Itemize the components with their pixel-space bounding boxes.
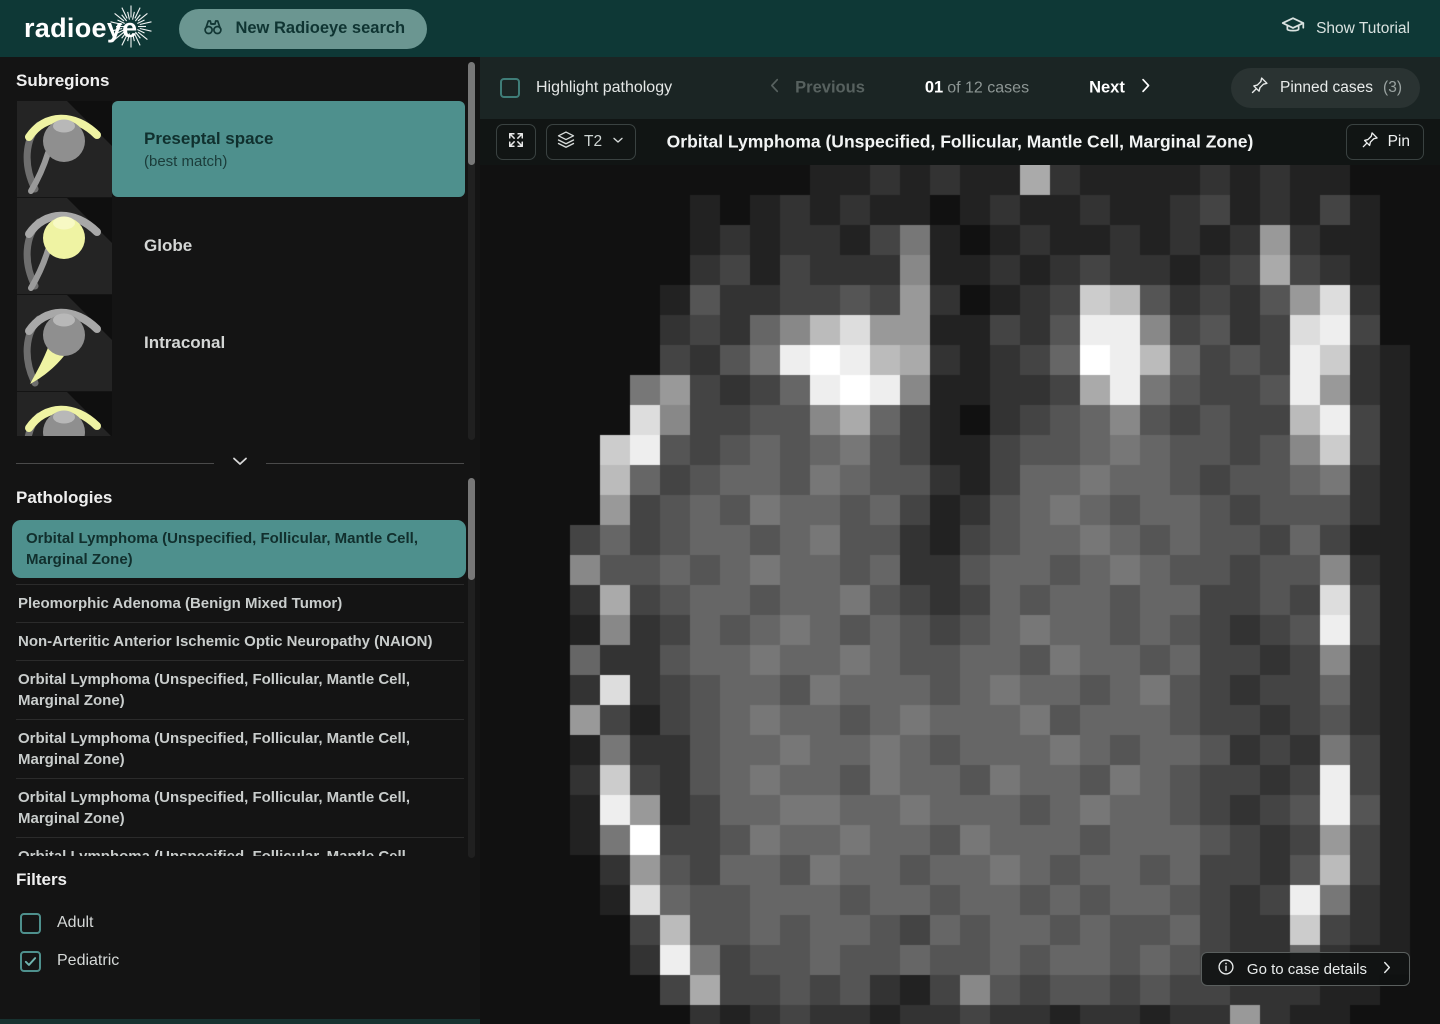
- previous-case-button[interactable]: Previous: [759, 75, 871, 102]
- graduation-cap-icon: [1280, 13, 1306, 44]
- sidebar: Subregions Preseptal space (best match) …: [0, 57, 480, 1024]
- fullscreen-button[interactable]: [496, 124, 536, 160]
- filter-option: Adult: [20, 910, 480, 936]
- pediatric-checkbox[interactable]: [20, 951, 41, 972]
- pinned-cases-count: (3): [1383, 79, 1402, 97]
- pathologies-scrollbar-thumb[interactable]: [468, 478, 475, 580]
- fullscreen-icon: [506, 130, 526, 155]
- subregion-label-area: Preseptal space (best match): [112, 101, 465, 197]
- subregions-scrollbar-thumb[interactable]: [468, 62, 475, 165]
- mri-image[interactable]: [480, 165, 1440, 1024]
- chevron-right-icon: [1378, 959, 1395, 980]
- viewer-header: T2 Orbital Lymphoma (Unspecified, Follic…: [480, 119, 1440, 165]
- go-to-case-details-button[interactable]: Go to case details: [1201, 952, 1410, 986]
- sequence-label: T2: [584, 133, 602, 151]
- case-pagination: Previous 01of 12 cases Next: [759, 75, 1161, 102]
- case-total: of 12 cases: [947, 80, 1029, 97]
- filter-option: Pediatric: [20, 948, 480, 974]
- previous-label: Previous: [795, 79, 865, 98]
- pathology-item-selected[interactable]: Orbital Lymphoma (Unspecified, Follicula…: [12, 520, 466, 578]
- pathology-item[interactable]: Orbital Lymphoma (Unspecified, Follicula…: [16, 719, 464, 778]
- pathology-item[interactable]: Non-Arteritic Anterior Ischemic Optic Ne…: [16, 622, 464, 660]
- subregion-label-area: Globe: [112, 198, 465, 294]
- pathologies-list: Orbital Lymphoma (Unspecified, Follicula…: [0, 520, 480, 856]
- show-tutorial-button[interactable]: Show Tutorial: [1274, 12, 1416, 45]
- show-tutorial-label: Show Tutorial: [1316, 20, 1410, 38]
- subregion-item[interactable]: [17, 392, 465, 436]
- binoculars-icon: [201, 14, 225, 43]
- eye-diagram-thumbnail: [17, 295, 112, 391]
- subregion-sublabel: (best match): [144, 153, 465, 170]
- pin-icon: [1249, 75, 1270, 101]
- info-icon: [1216, 957, 1236, 981]
- pinned-cases-button[interactable]: Pinned cases (3): [1231, 68, 1420, 108]
- chevron-right-icon: [1135, 76, 1155, 101]
- case-toolbar: Highlight pathology Previous 01of 12 cas…: [480, 57, 1440, 119]
- chevron-down-icon: [610, 132, 626, 153]
- pathology-item[interactable]: Orbital Lymphoma (Unspecified, Follicula…: [16, 660, 464, 719]
- next-case-button[interactable]: Next: [1083, 75, 1161, 102]
- radioeye-app: radioeye New Radioeye search Show Tutori…: [0, 0, 1440, 1024]
- eye-diagram-thumbnail: [17, 392, 112, 436]
- top-bar: radioeye New Radioeye search Show Tutori…: [0, 0, 1440, 57]
- pathologies-heading: Pathologies: [16, 488, 480, 508]
- chevron-left-icon: [765, 76, 785, 101]
- filter-label: Pediatric: [57, 952, 119, 970]
- subregions-heading: Subregions: [16, 71, 480, 91]
- divider-line: [266, 463, 464, 464]
- divider-line: [16, 463, 214, 464]
- pathology-item[interactable]: Orbital Lymphoma (Unspecified, Follicula…: [16, 778, 464, 837]
- subregion-label: Intraconal: [144, 333, 465, 353]
- case-details-label: Go to case details: [1247, 961, 1367, 978]
- subregion-label: Preseptal space: [144, 129, 465, 149]
- main-panel: Highlight pathology Previous 01of 12 cas…: [480, 57, 1440, 1024]
- filter-label: Adult: [57, 914, 93, 932]
- filters-list: Adult Pediatric: [20, 910, 480, 974]
- highlight-pathology-checkbox[interactable]: [500, 78, 520, 98]
- logo-text: radioeye: [24, 13, 137, 44]
- pin-case-button[interactable]: Pin: [1346, 124, 1424, 160]
- subregion-label-area: Intraconal: [112, 295, 465, 391]
- pin-label: Pin: [1388, 133, 1410, 151]
- eye-diagram-thumbnail: [17, 101, 112, 197]
- pathology-item[interactable]: Pleomorphic Adenoma (Benign Mixed Tumor): [16, 584, 464, 622]
- subregion-item-selected[interactable]: Preseptal space (best match): [17, 101, 465, 197]
- new-radioeye-search-button[interactable]: New Radioeye search: [179, 9, 427, 49]
- highlight-pathology-label: Highlight pathology: [536, 79, 672, 97]
- layers-icon: [556, 130, 576, 155]
- case-title: Orbital Lymphoma (Unspecified, Follicula…: [667, 132, 1254, 153]
- subregion-item[interactable]: Globe: [17, 198, 465, 294]
- case-number: 01: [925, 79, 943, 97]
- subregion-label: Globe: [144, 236, 465, 256]
- radioeye-logo[interactable]: radioeye: [24, 13, 137, 44]
- pinned-cases-label: Pinned cases: [1280, 79, 1373, 97]
- pathology-item[interactable]: Orbital Lymphoma (Unspecified, Follicula…: [16, 837, 464, 856]
- eye-diagram-thumbnail: [17, 198, 112, 294]
- subregions-list: Preseptal space (best match) Globe Intra…: [0, 101, 480, 436]
- filters-heading: Filters: [16, 870, 480, 890]
- highlight-pathology-group: Highlight pathology: [500, 78, 672, 98]
- image-viewer: Go to case details: [480, 165, 1440, 1024]
- subregion-item[interactable]: Intraconal: [17, 295, 465, 391]
- next-label: Next: [1089, 79, 1125, 98]
- new-search-label: New Radioeye search: [235, 19, 405, 38]
- adult-checkbox[interactable]: [20, 913, 41, 934]
- pin-icon: [1360, 130, 1380, 155]
- subregions-expand-divider[interactable]: [16, 452, 464, 474]
- subregion-label-area: [112, 392, 465, 436]
- case-counter: 01of 12 cases: [925, 79, 1029, 98]
- sequence-selector[interactable]: T2: [546, 124, 636, 160]
- chevron-down-icon: [228, 449, 252, 478]
